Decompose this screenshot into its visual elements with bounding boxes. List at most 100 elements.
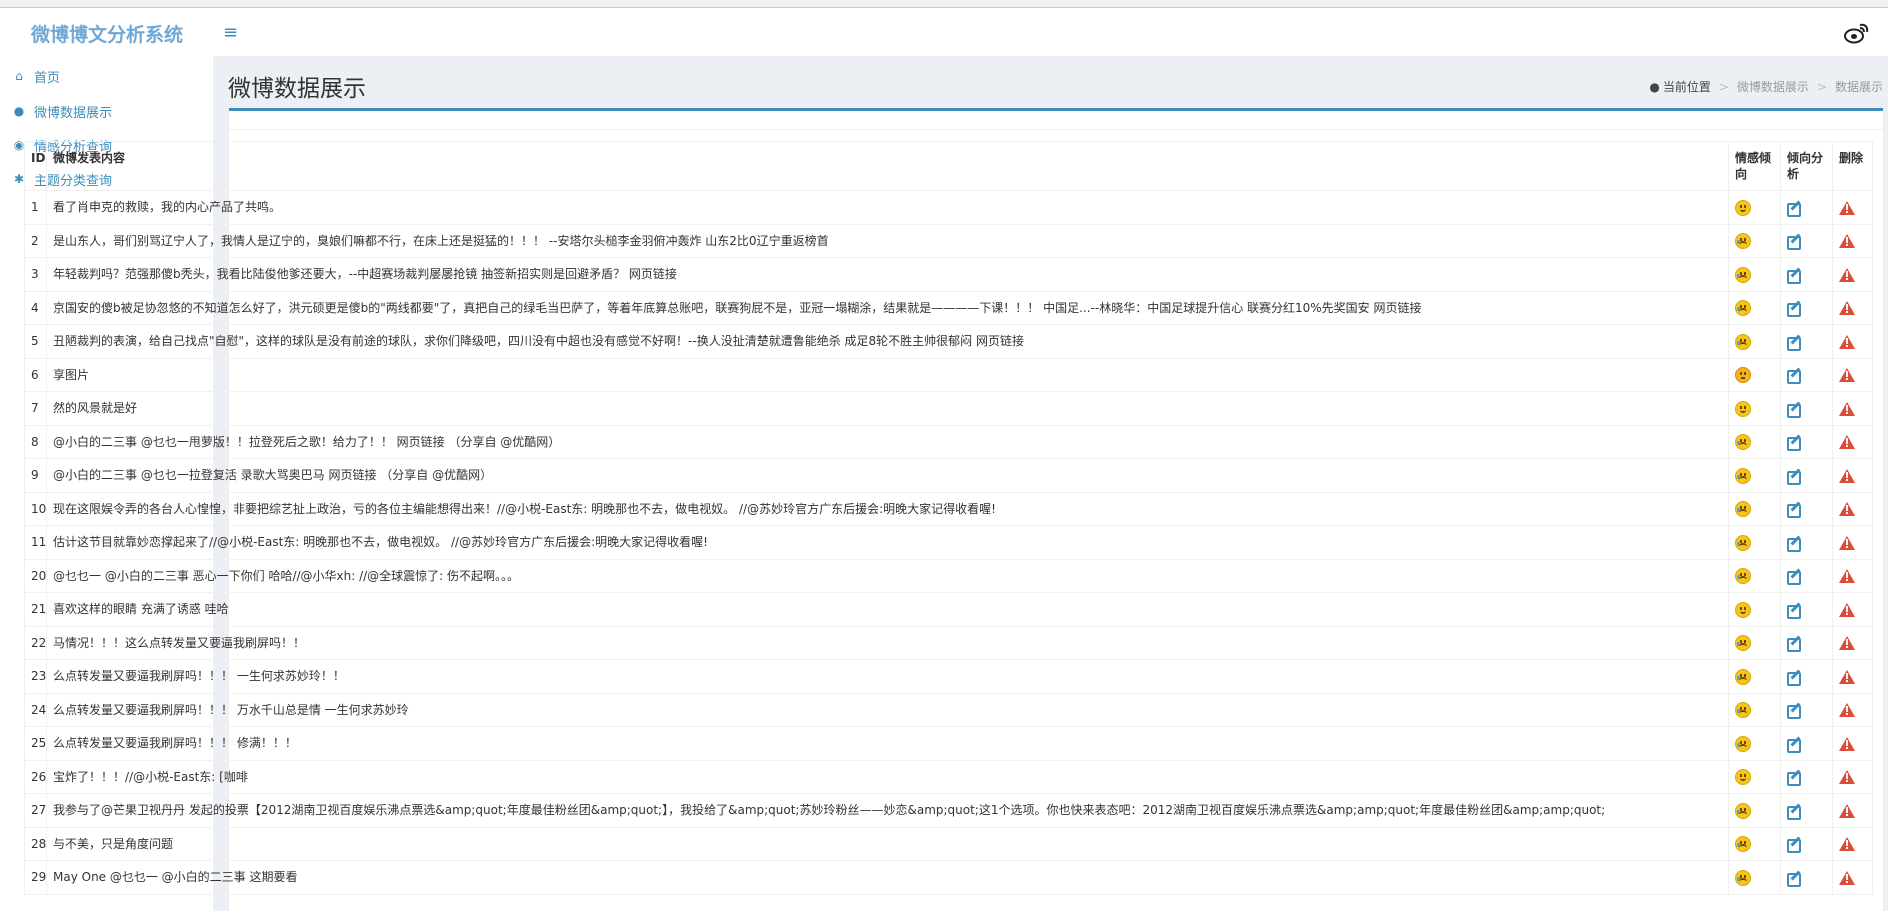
row-content: @乜乜一 @小白的二三事 恶心一下你们 哈哈//@小华xh: //@全球震惊了:… — [46, 558, 1729, 593]
warning-delete-icon[interactable] — [1839, 435, 1855, 449]
row-delete — [1832, 491, 1873, 526]
row-delete — [1832, 726, 1873, 761]
row-delete — [1832, 793, 1873, 828]
weibo-icon[interactable] — [1844, 22, 1870, 44]
edit-icon[interactable] — [1787, 669, 1801, 686]
row-content: 是山东人，哥们别骂辽宁人了，我情人是辽宁的，臭娘们嘛都不行，在床上还是挺猛的！！… — [46, 223, 1729, 258]
table-row: 27 我参与了@芒果卫视丹丹 发起的投票【2012湖南卫视百度娱乐沸点票选&amp… — [24, 793, 1873, 828]
row-analysis — [1780, 223, 1833, 258]
warning-delete-icon[interactable] — [1839, 870, 1855, 885]
warning-delete-icon[interactable] — [1839, 267, 1855, 282]
app-title[interactable]: 微博博文分析系统 — [31, 20, 183, 47]
row-analysis — [1780, 391, 1833, 426]
edit-icon[interactable] — [1787, 401, 1801, 418]
warning-delete-icon[interactable] — [1839, 234, 1855, 248]
header-analysis: 倾向分析 — [1780, 141, 1833, 191]
edit-icon[interactable] — [1787, 870, 1801, 887]
row-id: 24 — [24, 692, 47, 727]
row-sentiment — [1728, 726, 1781, 761]
warning-delete-icon[interactable] — [1839, 770, 1855, 784]
row-content: May One @乜乜一 @小白的二三事 这期要看 — [46, 860, 1729, 895]
warning-delete-icon[interactable] — [1839, 535, 1855, 550]
table-row: 5 丑陋裁判的表演，给自己找点"自慰"，这样的球队是没有前途的球队，求你们降级吧，… — [24, 324, 1873, 359]
edit-icon[interactable] — [1787, 836, 1801, 853]
row-sentiment — [1728, 659, 1781, 694]
edit-icon[interactable] — [1787, 501, 1801, 518]
row-sentiment — [1728, 190, 1781, 225]
row-sentiment — [1728, 458, 1781, 493]
edit-icon[interactable] — [1787, 434, 1801, 451]
menu-toggle-icon[interactable]: ≡ — [223, 22, 244, 43]
sad-face-icon — [1735, 300, 1751, 316]
row-sentiment — [1728, 324, 1781, 359]
row-sentiment — [1728, 826, 1781, 861]
warning-delete-icon[interactable] — [1839, 703, 1855, 717]
row-delete — [1832, 692, 1873, 727]
edit-icon[interactable] — [1787, 334, 1801, 351]
edit-icon[interactable] — [1787, 200, 1801, 217]
edit-icon[interactable] — [1787, 635, 1801, 652]
sad-face-icon — [1735, 869, 1751, 886]
breadcrumb-parent[interactable]: 微博数据展示 — [1737, 78, 1809, 95]
sidebar-item-data[interactable]: ● 微博数据展示 — [0, 95, 213, 127]
warning-delete-icon[interactable] — [1839, 468, 1855, 483]
edit-icon[interactable] — [1787, 535, 1801, 552]
sidebar-item-home[interactable]: ⌂ 首页 — [0, 60, 213, 92]
row-content: 京国安的傻b被足协忽悠的不知道怎么好了，洪元硕更是傻b的"两线都要"了，真把自己… — [46, 290, 1729, 325]
row-analysis — [1780, 190, 1833, 225]
warning-delete-icon[interactable] — [1839, 334, 1855, 349]
row-id: 28 — [24, 826, 47, 861]
warning-delete-icon[interactable] — [1839, 401, 1855, 416]
row-id: 22 — [24, 625, 47, 660]
row-sentiment — [1728, 759, 1781, 794]
warning-delete-icon[interactable] — [1839, 837, 1855, 851]
edit-icon[interactable] — [1787, 468, 1801, 485]
row-id: 10 — [24, 491, 47, 526]
header-content: 微博发表内容 — [46, 141, 1729, 191]
breadcrumb: ● 当前位置 > 微博数据展示 > 数据展示 — [1649, 78, 1883, 95]
row-content: 享图片 — [46, 357, 1729, 392]
breadcrumb-home[interactable]: 当前位置 — [1663, 78, 1711, 95]
edit-icon[interactable] — [1787, 702, 1801, 719]
edit-icon[interactable] — [1787, 233, 1801, 250]
warning-delete-icon[interactable] — [1839, 803, 1855, 818]
edit-icon[interactable] — [1787, 769, 1801, 786]
warning-delete-icon[interactable] — [1839, 736, 1855, 751]
warning-delete-icon[interactable] — [1839, 636, 1855, 650]
warning-delete-icon[interactable] — [1839, 301, 1855, 315]
edit-icon[interactable] — [1787, 267, 1801, 284]
row-content: 么点转发量又要逼我刷屏吗！！！ 修满！！！ — [46, 726, 1729, 761]
edit-icon[interactable] — [1787, 803, 1801, 820]
edit-icon[interactable] — [1787, 568, 1801, 585]
row-delete — [1832, 659, 1873, 694]
row-sentiment — [1728, 357, 1781, 392]
sad-face-icon — [1735, 233, 1751, 249]
warning-delete-icon[interactable] — [1839, 200, 1855, 215]
warning-delete-icon[interactable] — [1839, 602, 1855, 617]
table-row: 6 享图片 — [24, 357, 1873, 392]
neutral-face-icon — [1735, 367, 1751, 383]
warning-delete-icon[interactable] — [1839, 368, 1855, 382]
table-row: 10 现在这限娱令弄的各台人心惶惶，非要把综艺扯上政治，亏的各位主编能想得出来！/… — [24, 491, 1873, 526]
edit-icon[interactable] — [1787, 367, 1801, 384]
warning-delete-icon[interactable] — [1839, 669, 1855, 684]
panel-header — [229, 111, 1883, 130]
row-delete — [1832, 190, 1873, 225]
row-sentiment — [1728, 257, 1781, 292]
edit-icon[interactable] — [1787, 300, 1801, 317]
row-delete — [1832, 424, 1873, 459]
table-row: 11 估计这节目就靠妙恋撑起来了//@小棁-East东: 明晚那也不去，做电视奴。… — [24, 525, 1873, 560]
edit-icon[interactable] — [1787, 602, 1801, 619]
row-sentiment — [1728, 558, 1781, 593]
sad-face-icon — [1735, 836, 1751, 852]
row-content: 么点转发量又要逼我刷屏吗！！！ 万水千山总是情 一生何求苏妙玲 — [46, 692, 1729, 727]
edit-icon[interactable] — [1787, 736, 1801, 753]
warning-delete-icon[interactable] — [1839, 502, 1855, 516]
happy-face-icon — [1735, 199, 1751, 216]
row-delete — [1832, 458, 1873, 493]
table-row: 7 然的风景就是好 — [24, 391, 1873, 426]
row-content: 我参与了@芒果卫视丹丹 发起的投票【2012湖南卫视百度娱乐沸点票选&amp;q… — [46, 793, 1729, 828]
warning-delete-icon[interactable] — [1839, 569, 1855, 583]
table-row: 8 @小白的二三事 @乜乜一甩萝版！！拉登死后之歌！给力了！！ 网页链接 （分享自… — [24, 424, 1873, 459]
row-sentiment — [1728, 424, 1781, 459]
